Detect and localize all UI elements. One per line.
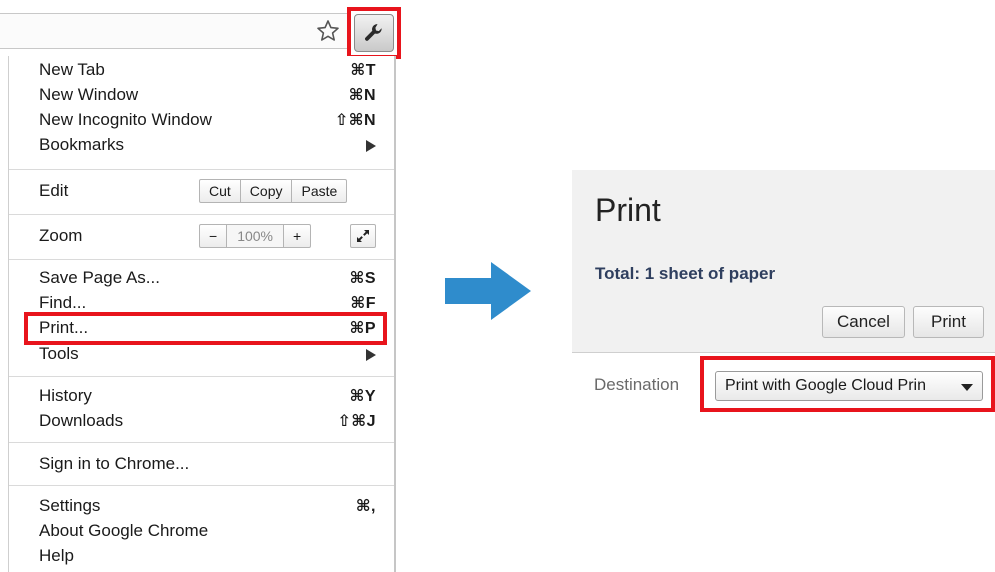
menu-divider (9, 259, 394, 260)
menu-item-save-page-as[interactable]: Save Page As... (39, 268, 160, 288)
submenu-arrow-icon (366, 349, 376, 361)
menu-item-tools[interactable]: Tools (39, 344, 79, 364)
shortcut-new-incognito-window: ⇧⌘N (334, 112, 376, 129)
menu-item-sign-in[interactable]: Sign in to Chrome... (39, 454, 189, 474)
shortcut-save-page-as: ⌘S (349, 270, 376, 287)
copy-button[interactable]: Copy (241, 180, 293, 202)
zoom-in-button[interactable]: + (284, 225, 310, 247)
edit-button-group: Cut Copy Paste (199, 179, 348, 203)
menu-divider (9, 485, 394, 486)
right-arrow-icon (445, 262, 531, 320)
paste-button[interactable]: Paste (292, 180, 346, 202)
shortcut-settings: ⌘, (355, 498, 376, 515)
menu-item-new-tab[interactable]: New Tab (39, 60, 105, 80)
menu-item-downloads[interactable]: Downloads (39, 411, 123, 431)
menu-item-history[interactable]: History (39, 386, 92, 406)
destination-highlight-box (700, 356, 995, 412)
shortcut-find: ⌘F (350, 295, 376, 312)
menu-item-new-incognito-window[interactable]: New Incognito Window (39, 110, 212, 130)
cut-button[interactable]: Cut (200, 180, 241, 202)
menu-item-bookmarks[interactable]: Bookmarks (39, 135, 124, 155)
zoom-control: − 100% + (199, 224, 312, 248)
print-button[interactable]: Print (913, 306, 984, 338)
wrench-highlight-box (347, 7, 401, 59)
zoom-level: 100% (227, 225, 284, 247)
browser-toolbar (0, 0, 405, 60)
menu-divider (9, 214, 394, 215)
menu-item-about-google-chrome[interactable]: About Google Chrome (39, 521, 208, 541)
submenu-arrow-icon (366, 140, 376, 152)
shortcut-new-window: ⌘N (348, 87, 376, 104)
star-icon[interactable] (316, 19, 340, 43)
total-sheets-text: Total: 1 sheet of paper (595, 264, 776, 283)
fullscreen-button[interactable] (350, 224, 376, 248)
print-item-highlight-box (24, 312, 387, 345)
shortcut-downloads: ⇧⌘J (337, 413, 376, 430)
menu-item-find[interactable]: Find... (39, 293, 86, 313)
omnibox[interactable] (0, 13, 348, 49)
menu-divider (9, 442, 394, 443)
print-dialog-title: Print (595, 192, 661, 228)
menu-item-edit: Edit (39, 181, 69, 200)
menu-item-zoom: Zoom (39, 226, 83, 245)
fullscreen-icon (357, 230, 369, 242)
shortcut-new-tab: ⌘T (350, 62, 376, 79)
zoom-out-button[interactable]: − (200, 225, 228, 247)
menu-item-settings[interactable]: Settings (39, 496, 100, 516)
destination-label: Destination (594, 375, 680, 394)
shortcut-history: ⌘Y (349, 388, 376, 405)
menu-divider (9, 376, 394, 377)
menu-item-new-window[interactable]: New Window (39, 85, 138, 105)
cancel-button[interactable]: Cancel (822, 306, 905, 338)
menu-item-help[interactable]: Help (39, 546, 74, 566)
print-preview-panel: Print Total: 1 sheet of paper Cancel Pri… (572, 170, 995, 353)
menu-divider (9, 169, 394, 170)
